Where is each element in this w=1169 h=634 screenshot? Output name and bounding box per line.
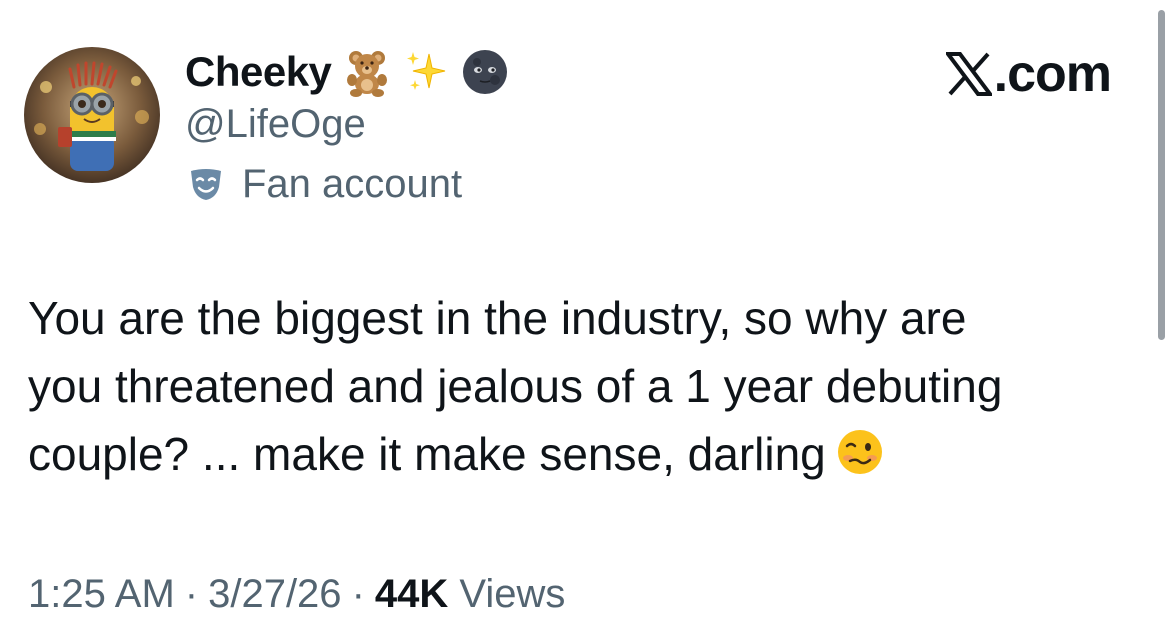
account-label-text: Fan account	[242, 161, 463, 206]
display-name[interactable]: Cheeky	[185, 48, 332, 96]
scrollbar[interactable]	[1158, 10, 1165, 340]
brand-suffix: .com	[993, 45, 1112, 103]
tweet-line: You are the biggest in the industry, so …	[28, 292, 967, 344]
woozy-face-icon	[836, 428, 884, 476]
tweet-date[interactable]: 3/27/26	[208, 572, 341, 616]
views-label: Views	[459, 572, 566, 616]
teddy-bear-icon	[341, 46, 393, 98]
profile-avatar[interactable]	[24, 47, 160, 183]
theater-mask-icon	[188, 167, 224, 201]
user-handle[interactable]: @LifeOge	[185, 100, 366, 148]
views-count: 44K	[374, 572, 449, 616]
tweet-line: you threatened and jealous of a 1 year d…	[28, 360, 1003, 412]
tweet-text: You are the biggest in the industry, so …	[28, 284, 1128, 488]
sparkles-icon	[403, 48, 451, 96]
brand-logo[interactable]: .com	[945, 44, 1112, 104]
tweet-time[interactable]: 1:25 AM	[28, 572, 175, 616]
tweet-meta: 1:25 AM · 3/27/26 · 44K Views	[28, 570, 565, 618]
x-logo-icon	[945, 52, 992, 96]
new-moon-face-icon	[461, 48, 509, 96]
account-label: Fan account	[188, 160, 462, 208]
meta-separator: ·	[184, 572, 199, 616]
meta-separator: ·	[351, 572, 365, 616]
tweet-line: couple? ... make it make sense, darling	[28, 428, 826, 480]
tweet-line-last: couple? ... make it make sense, darling	[28, 420, 1128, 488]
display-name-row: Cheeky	[185, 42, 509, 102]
